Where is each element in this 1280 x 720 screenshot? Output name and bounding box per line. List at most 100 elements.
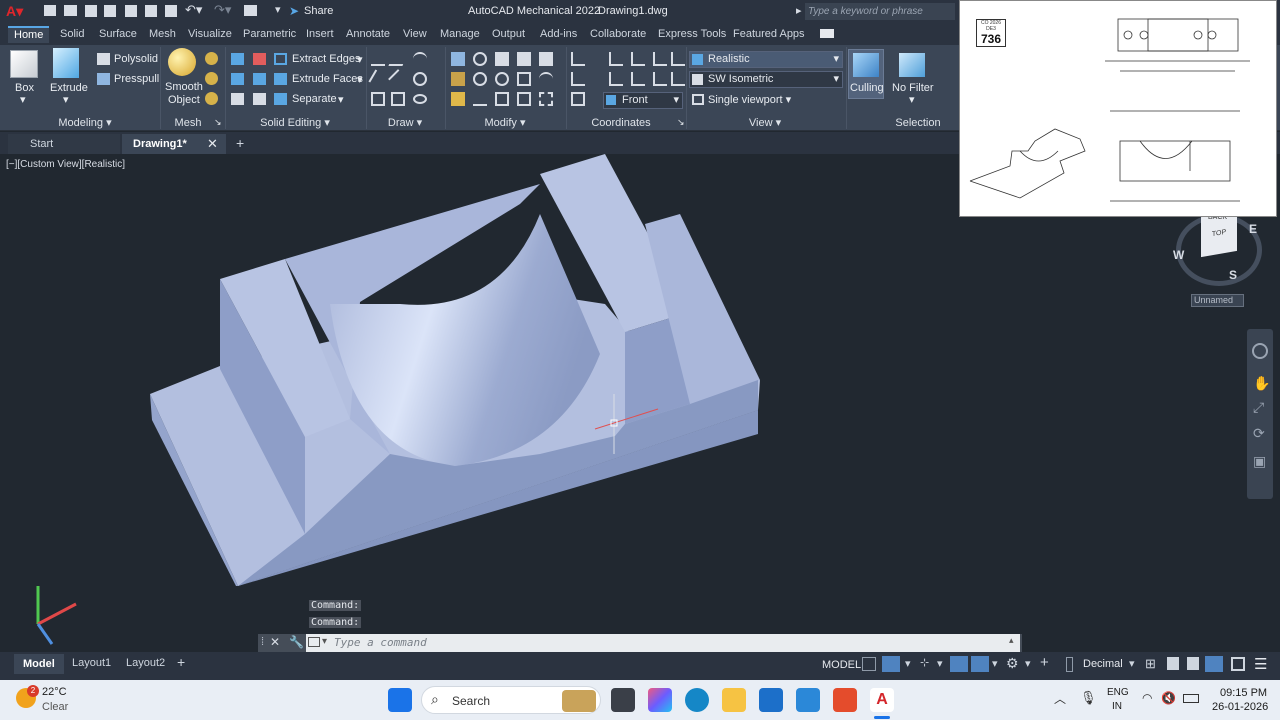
spline-icon[interactable] [368, 69, 388, 89]
weather-condition[interactable]: Clear [42, 701, 68, 713]
tab-surface[interactable]: Surface [93, 26, 143, 43]
pencil-icon[interactable] [451, 92, 465, 106]
quick-properties-icon[interactable]: ⊞ [1145, 656, 1156, 672]
extrude-icon[interactable] [53, 48, 79, 78]
coordinates-launcher-icon[interactable]: ↘ [677, 117, 685, 128]
ucs-y-icon[interactable] [609, 72, 623, 86]
interfere-icon[interactable] [231, 93, 244, 105]
clock-date[interactable]: 26-01-2026 [1212, 701, 1268, 713]
tab-view[interactable]: View [397, 26, 433, 43]
modify-panel-title[interactable]: Modify ▾ [475, 116, 535, 130]
box-icon[interactable] [10, 50, 38, 78]
subtract-icon[interactable] [253, 53, 266, 65]
battery-icon[interactable] [1183, 694, 1199, 703]
presspull-icon[interactable] [97, 73, 110, 85]
recent-commands-icon[interactable] [308, 637, 320, 647]
tab-addins[interactable]: Add-ins [534, 26, 583, 43]
clock-time[interactable]: 09:15 PM [1220, 687, 1267, 699]
ucs-world-icon[interactable] [609, 52, 623, 66]
polar-dropdown-icon[interactable]: ▾ [937, 657, 943, 670]
ucs-origin-icon[interactable] [653, 52, 667, 66]
orbit-icon[interactable]: ⟳ [1253, 425, 1265, 442]
tab-parametric[interactable]: Parametric [237, 26, 302, 43]
customize-icon[interactable]: 🔧 [289, 635, 304, 649]
open-icon[interactable] [64, 5, 77, 16]
command-input[interactable]: ▾ Type a command ▴ [306, 634, 1020, 652]
units-dropdown[interactable]: Decimal [1083, 658, 1123, 670]
view-name-dropdown[interactable]: SW Isometric ▾ [689, 71, 843, 88]
ucs-3point-icon[interactable] [653, 72, 667, 86]
coordinates-panel-title[interactable]: Coordinates [585, 116, 657, 130]
polygon-icon[interactable] [371, 92, 385, 106]
units-dropdown-icon[interactable]: ▾ [1129, 657, 1135, 670]
selection-panel-title[interactable]: Selection [893, 116, 943, 130]
snap-mode-icon[interactable] [882, 656, 900, 672]
compass-south-label[interactable]: S [1229, 268, 1237, 282]
isolate-objects-icon[interactable] [1187, 657, 1199, 670]
ucs-previous-icon[interactable] [631, 52, 645, 66]
mail-icon[interactable] [796, 688, 820, 712]
command-history-toggle-icon[interactable]: ▴ [1009, 635, 1014, 646]
copy-icon[interactable] [517, 52, 531, 66]
tab-solid[interactable]: Solid [54, 26, 90, 43]
presspull-button[interactable]: Presspull [114, 73, 159, 85]
plot-icon[interactable] [125, 5, 137, 17]
visual-style-dropdown[interactable]: Realistic ▾ [689, 51, 843, 68]
tab-home[interactable]: Home [8, 26, 50, 43]
layout1-tab[interactable]: Layout1 [72, 657, 111, 669]
new-tab-icon[interactable]: + [236, 135, 244, 151]
ucs-face-icon[interactable] [671, 52, 685, 66]
ucs-menu-dropdown[interactable]: Unnamed [1191, 294, 1244, 307]
customization-menu-icon[interactable]: ☰ [1254, 655, 1267, 673]
mesh-refine-icon[interactable] [205, 92, 218, 105]
autocad-logo[interactable]: A▾ [6, 3, 23, 20]
save-as-icon[interactable] [104, 5, 116, 17]
mesh-panel-title[interactable]: Mesh [170, 116, 206, 130]
polysolid-button[interactable]: Polysolid [114, 53, 158, 65]
file-explorer-icon[interactable] [722, 688, 746, 712]
view-panel-title[interactable]: View ▾ [740, 116, 790, 130]
polyline-icon[interactable] [388, 52, 408, 66]
model-layout-tab[interactable]: Model [14, 654, 64, 674]
smooth-object-button[interactable]: Smooth [165, 81, 203, 93]
drawing-viewport[interactable]: [−][Custom View][Realistic] TOP BACK W E… [0, 154, 1280, 652]
separate-dropdown-icon[interactable]: ▾ [338, 93, 344, 106]
recent-commands-dropdown-icon[interactable]: ▾ [322, 636, 327, 647]
share-icon[interactable]: ➤ [289, 4, 299, 18]
mirror-icon[interactable] [451, 72, 465, 86]
box-dropdown-icon[interactable]: ▾ [20, 93, 26, 106]
share-button[interactable]: Share [304, 5, 333, 17]
viewport-config-button[interactable]: Single viewport ▾ [708, 93, 791, 106]
array-icon[interactable] [539, 92, 553, 106]
model-space-button[interactable]: MODEL [822, 659, 861, 671]
rectangle-icon[interactable] [391, 92, 405, 106]
screen-recorder-icon[interactable] [833, 688, 857, 712]
compass-east-label[interactable]: E [1249, 222, 1257, 236]
copilot-icon[interactable] [648, 688, 672, 712]
offset-icon[interactable] [517, 92, 531, 106]
intersect-icon[interactable] [231, 73, 244, 85]
solid-editing-panel-title[interactable]: Solid Editing ▾ [255, 116, 335, 130]
close-command-icon[interactable]: ✕ [270, 635, 280, 649]
undo-icon[interactable]: ↶▾ [185, 2, 202, 18]
zoom-extents-icon[interactable]: ⤢ [1253, 399, 1264, 416]
layout2-tab[interactable]: Layout2 [126, 657, 165, 669]
extrude-faces-button[interactable]: Extrude Faces [292, 73, 363, 85]
start-tab[interactable]: Start [8, 134, 120, 154]
3d-model[interactable] [0, 154, 1280, 652]
explode-icon[interactable] [539, 72, 553, 86]
pan-icon[interactable]: ✋ [1253, 375, 1270, 392]
modeling-panel-title[interactable]: Modeling ▾ [40, 116, 130, 130]
isodraft-icon[interactable] [950, 656, 968, 672]
microsoft-store-icon[interactable] [759, 688, 783, 712]
slice-icon[interactable] [253, 73, 266, 85]
compass-west-label[interactable]: W [1173, 248, 1184, 262]
thicken-icon[interactable] [253, 93, 266, 105]
extract-edges-dropdown-icon[interactable]: ▾ [357, 53, 363, 66]
scale-icon[interactable] [517, 72, 531, 86]
tab-insert[interactable]: Insert [300, 26, 340, 43]
tab-collaborate[interactable]: Collaborate [584, 26, 652, 43]
ray-icon[interactable] [388, 69, 408, 89]
new-icon[interactable] [44, 5, 56, 16]
volume-muted-icon[interactable]: 🔇 [1161, 691, 1176, 705]
